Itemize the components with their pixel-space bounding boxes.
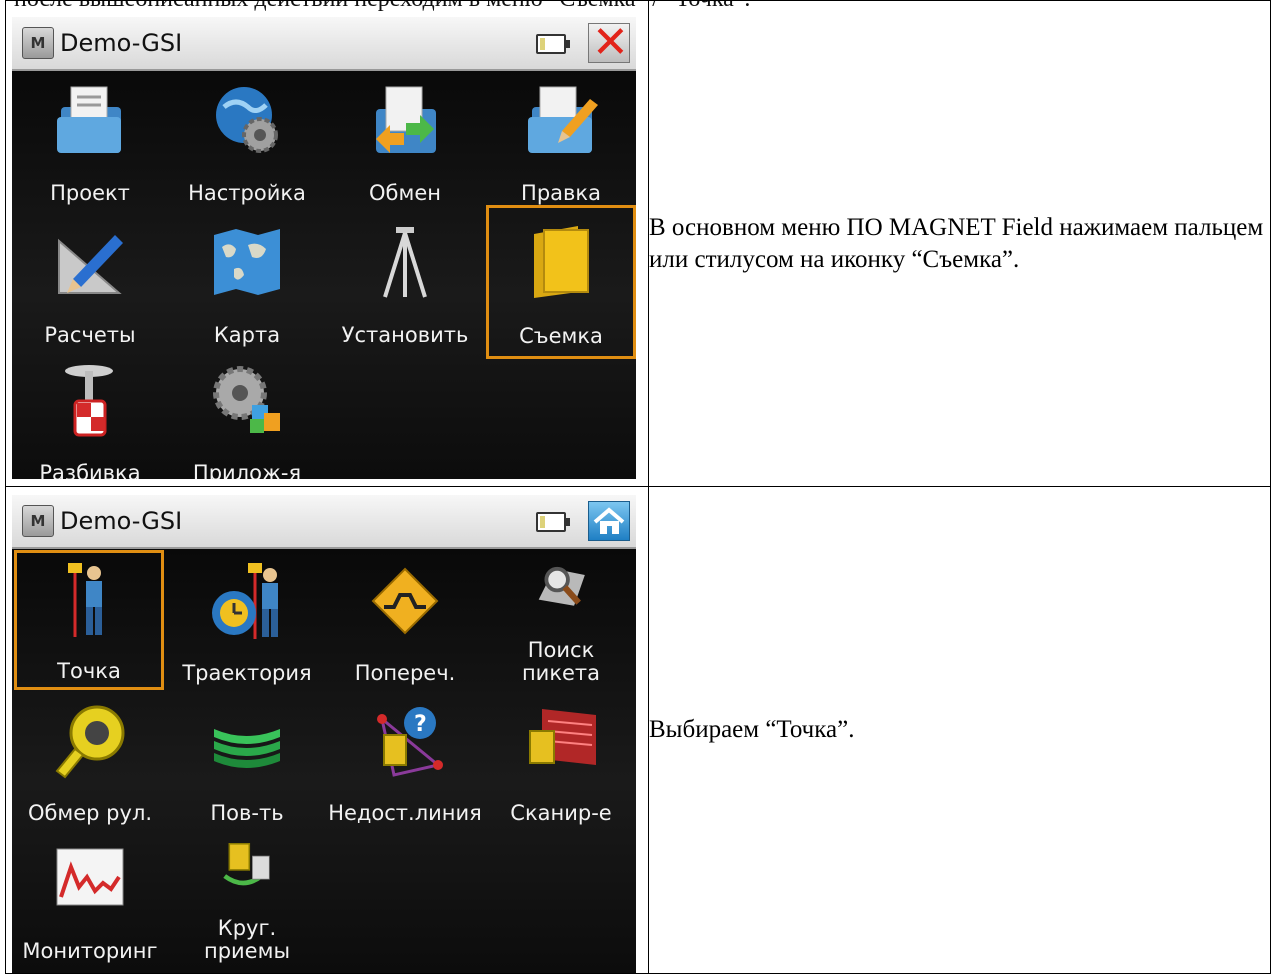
battery-icon <box>536 33 570 54</box>
map-icon <box>214 228 280 295</box>
tile-label: Проект <box>50 180 130 205</box>
tile-prilozhenia[interactable]: Прилож-я <box>172 355 322 479</box>
tile-proekt[interactable]: Проект <box>15 75 165 205</box>
battery-icon <box>536 512 570 532</box>
device-screen: M Demo-GSI ✕ Проект Настройка Обмен Прав… <box>12 16 636 479</box>
trajectory-icon <box>212 563 278 639</box>
tile-label: Карта <box>213 322 281 347</box>
tile-tochka[interactable]: Точка <box>14 550 164 690</box>
tile-label: Поиск пикета <box>521 638 601 685</box>
tile-razbivka[interactable]: Разбивка <box>15 355 165 479</box>
offset-line-icon: ? <box>377 707 443 777</box>
tile-label: Расчеты <box>44 322 136 347</box>
cross-section-sign-icon <box>371 567 439 635</box>
tile-skanir-e[interactable]: Сканир-е <box>486 695 636 825</box>
tile-label: Прилож-я <box>192 460 302 479</box>
globe-gear-icon <box>216 86 278 153</box>
station-search-icon <box>538 566 585 606</box>
tile-raschety[interactable]: Расчеты <box>15 217 165 347</box>
close-button[interactable]: ✕ <box>588 17 630 67</box>
tile-label: Мониторинг <box>22 939 158 963</box>
tile-label: Недост.линия <box>328 801 482 825</box>
tile-poperech[interactable]: Попереч. <box>330 555 480 685</box>
title-bar: M Demo-GSI ✕ <box>12 16 636 71</box>
tile-krug-priemy[interactable]: Круг. приемы <box>172 833 322 963</box>
tile-nedost-linia[interactable]: ? Недост.линия <box>328 695 482 825</box>
tile-pov-t[interactable]: Пов-ть <box>172 695 322 825</box>
tile-semka[interactable]: Съемка <box>486 204 636 359</box>
home-icon <box>593 507 625 534</box>
surveyor-point-icon <box>68 563 102 637</box>
table-row: M Demo-GSI ✕ Проект Настройка Обмен Прав… <box>5 0 1271 487</box>
tile-obmer-rul[interactable]: Обмер рул. <box>15 695 165 825</box>
tile-label: Обмер рул. <box>27 801 153 825</box>
tile-poisk-piketa[interactable]: Поиск пикета <box>486 555 636 685</box>
screenshot-cell: M Demo-GSI ✕ Проект Настройка Обмен Прав… <box>5 0 649 487</box>
tile-label: Точка <box>57 659 121 683</box>
instruction-text: Выбираем “Точка”. <box>648 486 1271 974</box>
tile-label: Установить <box>341 322 469 347</box>
app-logo: M <box>22 505 54 537</box>
app-title: Demo-GSI <box>60 28 183 57</box>
survey-book-icon <box>534 225 589 298</box>
tile-label: Настройка <box>188 180 306 205</box>
ruler-pencil-icon <box>58 234 123 294</box>
device-screen: M Demo-GSI Точка Траектория Попереч. Пои… <box>12 495 636 973</box>
apps-gear-icon <box>213 365 280 433</box>
tripod-icon <box>383 226 427 298</box>
surface-icon <box>214 729 280 768</box>
exchange-icon <box>376 86 436 153</box>
instruction-table: M Demo-GSI ✕ Проект Настройка Обмен Прав… <box>5 0 1271 974</box>
tile-label: Пов-ть <box>210 801 284 825</box>
tile-traektoria[interactable]: Траектория <box>172 555 322 685</box>
title-bar: M Demo-GSI <box>12 495 636 549</box>
tile-label: Разбивка <box>39 460 141 479</box>
tile-label: Правка <box>521 180 601 205</box>
tile-label: Траектория <box>182 661 312 685</box>
close-icon: ✕ <box>592 16 629 68</box>
tile-nastroyka[interactable]: Настройка <box>172 75 322 205</box>
tile-label: Обмен <box>369 180 441 205</box>
tile-label: Круг. приемы <box>203 916 291 963</box>
tile-karta[interactable]: Карта <box>172 217 322 347</box>
tile-label: Попереч. <box>354 661 456 685</box>
tile-label: Сканир-е <box>510 801 612 825</box>
tile-pravka[interactable]: Правка <box>486 75 636 205</box>
monitoring-chart-icon <box>56 848 124 906</box>
scanner-icon <box>529 709 596 765</box>
folder-document-icon <box>57 86 121 153</box>
folder-edit-icon <box>528 86 598 153</box>
tile-ustanovit[interactable]: Установить <box>330 217 480 347</box>
stakeout-icon <box>65 364 113 436</box>
app-logo: M <box>22 26 54 59</box>
app-title: Demo-GSI <box>60 507 183 535</box>
home-button[interactable] <box>588 501 630 541</box>
round-sets-icon <box>223 843 270 886</box>
tile-label: Съемка <box>519 323 603 348</box>
tile-monitoring[interactable]: Мониторинг <box>15 833 165 963</box>
table-row: M Demo-GSI Точка Траектория Попереч. Пои… <box>5 486 1271 974</box>
svg-text:?: ? <box>414 712 427 737</box>
tile-obmen[interactable]: Обмен <box>330 75 480 205</box>
screenshot-cell: M Demo-GSI Точка Траектория Попереч. Пои… <box>5 486 649 974</box>
tape-measure-icon <box>55 705 125 779</box>
instruction-text: В основном меню ПО MAGNET Field нажимаем… <box>648 0 1271 487</box>
